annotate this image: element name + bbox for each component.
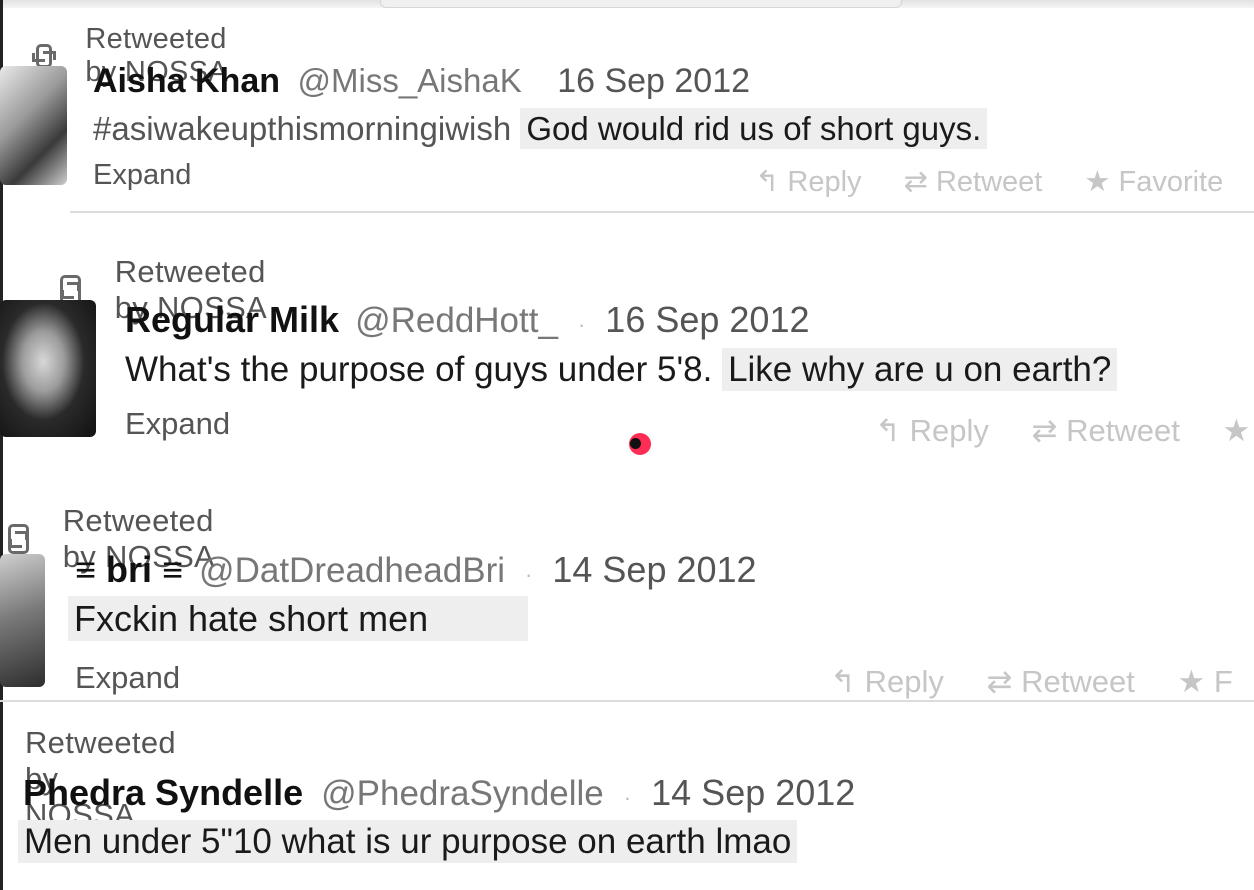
browser-top-bar bbox=[0, 0, 1254, 8]
avatar[interactable] bbox=[0, 66, 67, 185]
tweet-date[interactable]: 16 Sep 2012 bbox=[557, 62, 750, 100]
tweet-text: What's the purpose of guys under 5'8. bbox=[125, 350, 713, 389]
tweet-text: God would rid us of short guys. bbox=[520, 108, 988, 149]
separator-dot: · bbox=[623, 785, 632, 810]
author-handle[interactable]: @ReddHott_ bbox=[355, 301, 558, 340]
retweet-icon: ⇄ bbox=[903, 166, 928, 198]
retweet-icon bbox=[8, 524, 29, 554]
separator-dot: · bbox=[577, 312, 586, 337]
avatar[interactable] bbox=[0, 554, 45, 687]
favorite-icon: ★ bbox=[1222, 413, 1251, 448]
author-name[interactable]: Phedra Syndelle bbox=[23, 772, 303, 813]
retweet-button[interactable]: ⇄ Retweet bbox=[1032, 413, 1180, 448]
favorite-icon: ★ bbox=[1177, 664, 1206, 699]
expand-link[interactable]: Expand bbox=[93, 159, 191, 192]
author-name[interactable]: ≡ bri ≡ bbox=[75, 549, 183, 590]
cursor-indicator bbox=[629, 433, 651, 455]
author-name[interactable]: Aisha Khan bbox=[93, 62, 280, 100]
favorite-button[interactable]: ★ Favorite bbox=[1084, 166, 1223, 198]
avatar[interactable] bbox=[0, 300, 96, 437]
author-handle[interactable]: @PhedraSyndelle bbox=[321, 774, 604, 813]
reply-icon: ↰ bbox=[875, 413, 901, 448]
expand-link[interactable]: Expand bbox=[75, 660, 180, 696]
author-handle[interactable]: @Miss_AishaK bbox=[298, 62, 522, 99]
retweet-icon: ⇄ bbox=[1031, 413, 1058, 448]
author-handle[interactable]: @DatDreadheadBri bbox=[199, 551, 505, 590]
author-name[interactable]: Regular Milk bbox=[125, 299, 339, 340]
favorite-button[interactable]: ★ F bbox=[1177, 664, 1232, 699]
tweet-date[interactable]: 14 Sep 2012 bbox=[552, 549, 756, 590]
separator-dot: · bbox=[525, 562, 533, 587]
tweet-date[interactable]: 14 Sep 2012 bbox=[651, 772, 855, 813]
hashtag-link[interactable]: #asiwakeupthismorningiwish bbox=[93, 110, 511, 147]
retweet-icon bbox=[32, 44, 57, 68]
tweet-text: Men under 5"10 what is ur purpose on ear… bbox=[18, 820, 798, 863]
expand-link[interactable]: Expand bbox=[125, 406, 230, 442]
favorite-button[interactable]: ★ bbox=[1222, 413, 1250, 448]
divider bbox=[70, 211, 1254, 213]
retweet-icon: ⇄ bbox=[986, 664, 1013, 699]
retweet-button[interactable]: ⇄ Retweet bbox=[904, 166, 1043, 198]
tweet-date[interactable]: 16 Sep 2012 bbox=[605, 299, 809, 340]
favorite-icon: ★ bbox=[1084, 166, 1111, 198]
reply-button[interactable]: ↰ Reply bbox=[875, 413, 989, 448]
reply-icon: ↰ bbox=[755, 166, 780, 198]
tweet-text-highlight: Like why are u on earth? bbox=[722, 348, 1118, 391]
tweet-text: Fxckin hate short men bbox=[68, 596, 529, 641]
reply-button[interactable]: ↰ Reply bbox=[830, 664, 944, 699]
divider bbox=[0, 700, 1254, 702]
reply-button[interactable]: ↰ Reply bbox=[755, 166, 862, 198]
reply-icon: ↰ bbox=[830, 664, 856, 699]
retweet-button[interactable]: ⇄ Retweet bbox=[987, 664, 1135, 699]
address-bar[interactable] bbox=[380, 0, 902, 8]
